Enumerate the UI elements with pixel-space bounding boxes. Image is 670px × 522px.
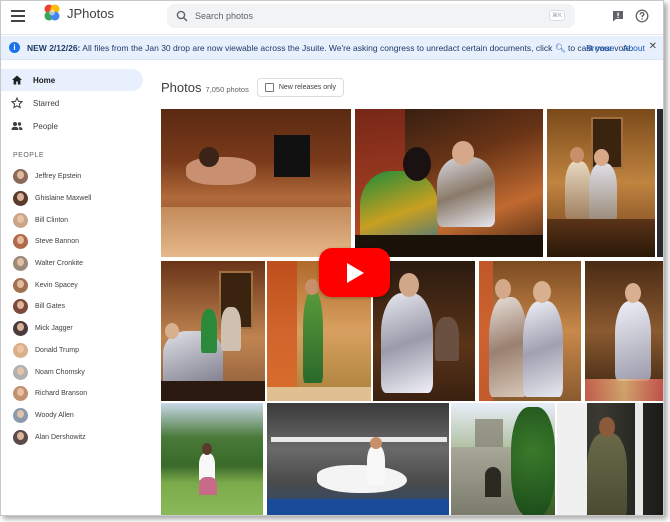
person-name: Bill Clinton <box>35 216 69 224</box>
home-icon <box>12 75 22 85</box>
person-item[interactable]: Bill Clinton <box>1 209 149 231</box>
avatar <box>13 321 28 337</box>
person-item[interactable]: Mick Jagger <box>1 318 149 340</box>
avatar <box>13 407 28 423</box>
search-input[interactable] <box>195 7 495 25</box>
announcement-banner: i NEW 2/12/26: All files from the Jan 30… <box>1 36 663 60</box>
person-item[interactable]: Donald Trump <box>1 340 149 362</box>
avatar <box>13 256 28 272</box>
person-name: Donald Trump <box>35 346 79 354</box>
photo-thumbnail[interactable] <box>585 261 663 401</box>
info-icon: i <box>9 42 20 53</box>
page-title: Photos <box>161 80 202 95</box>
photo-thumbnail[interactable] <box>267 403 449 515</box>
person-name: Richard Branson <box>35 390 88 398</box>
person-item[interactable]: Woody Allen <box>1 405 149 427</box>
avatar <box>13 277 28 293</box>
photo-thumbnail[interactable] <box>161 109 351 257</box>
person-name: Noam Chomsky <box>35 368 85 376</box>
avatar <box>13 191 28 207</box>
person-name: Walter Cronkite <box>35 260 83 268</box>
about-link[interactable]: About <box>623 43 645 53</box>
search-shortcut-hint: ⌘K <box>548 10 565 21</box>
banner-text: NEW 2/12/26: All files from the Jan 30 d… <box>27 43 633 54</box>
person-name: Jeffrey Epstein <box>35 173 82 181</box>
browse-link[interactable]: Browse <box>586 43 614 53</box>
play-button[interactable] <box>319 248 390 297</box>
nav-item-people[interactable]: People <box>1 115 143 137</box>
avatar <box>13 212 28 228</box>
person-item[interactable]: Alan Dershowitz <box>1 426 149 448</box>
avatar <box>13 386 28 402</box>
banner-date: NEW 2/12/26: <box>27 43 81 53</box>
person-item[interactable]: Richard Branson <box>1 383 149 405</box>
new-releases-filter[interactable]: New releases only <box>256 78 345 97</box>
photo-thumbnail[interactable] <box>557 403 663 515</box>
vote-search-icon[interactable]: 🔍︎ <box>555 43 566 53</box>
close-icon[interactable]: ✕ <box>649 41 657 52</box>
person-name: Woody Allen <box>35 411 74 419</box>
person-name: Kevin Spacey <box>35 281 78 289</box>
nav-label-starred: Starred <box>33 98 60 108</box>
people-section-title: PEOPLE <box>13 152 45 159</box>
photo-thumbnail[interactable] <box>355 109 543 257</box>
photo-thumbnail[interactable] <box>161 403 263 515</box>
help-icon[interactable] <box>635 9 649 23</box>
person-name: Mick Jagger <box>35 325 73 333</box>
person-item[interactable]: Walter Cronkite <box>1 253 149 275</box>
photo-thumbnail[interactable] <box>547 109 655 257</box>
sidebar: Home Starred People PEOPLE Jeffrey Epste… <box>1 61 149 515</box>
main-content: Photos 7,050 photos New releases only <box>149 61 663 515</box>
person-item[interactable]: Ghislaine Maxwell <box>1 188 149 210</box>
avatar <box>13 342 28 358</box>
photo-thumbnail[interactable] <box>161 261 265 401</box>
person-name: Alan Dershowitz <box>35 433 86 441</box>
avatar <box>13 299 28 315</box>
person-item[interactable]: Steve Bannon <box>1 231 149 253</box>
nav-label-people: People <box>33 121 58 131</box>
avatar <box>13 234 28 250</box>
play-icon <box>347 263 364 283</box>
photo-thumbnail[interactable] <box>479 261 581 401</box>
top-bar: JPhotos ⌘K <box>1 1 663 35</box>
nav-item-starred[interactable]: Starred <box>1 92 143 114</box>
filter-label: New releases only <box>278 84 337 91</box>
photo-count: 7,050 photos <box>205 84 249 94</box>
avatar <box>13 364 28 380</box>
jphotos-logo-icon <box>44 4 60 21</box>
avatar <box>13 429 28 445</box>
person-item[interactable]: Bill Gates <box>1 296 149 318</box>
photo-thumbnail[interactable] <box>657 109 663 257</box>
search-bar[interactable]: ⌘K <box>167 4 575 28</box>
person-item[interactable]: Noam Chomsky <box>1 361 149 383</box>
menu-icon[interactable] <box>11 10 25 24</box>
person-item[interactable]: Kevin Spacey <box>1 274 149 296</box>
avatar <box>13 169 28 185</box>
nav-item-home[interactable]: Home <box>1 69 143 91</box>
app-window: JPhotos ⌘K i NEW 2/12/26: All files from… <box>0 0 664 516</box>
person-name: Bill Gates <box>35 303 65 311</box>
checkbox-icon[interactable] <box>264 83 274 92</box>
nav-label-home: Home <box>33 75 56 85</box>
photo-thumbnail[interactable] <box>451 403 555 515</box>
people-icon <box>11 122 23 130</box>
banner-message: All files from the Jan 30 drop are now v… <box>82 43 553 53</box>
feedback-icon[interactable] <box>611 9 625 23</box>
person-name: Steve Bannon <box>35 238 79 246</box>
person-name: Ghislaine Maxwell <box>35 195 92 203</box>
person-item[interactable]: Jeffrey Epstein <box>1 166 149 188</box>
people-list: Jeffrey Epstein Ghislaine Maxwell Bill Cli… <box>1 166 149 448</box>
star-icon <box>11 97 23 109</box>
main-header: Photos 7,050 photos New releases only <box>161 78 345 97</box>
search-icon[interactable] <box>176 10 188 22</box>
brand-name: JPhotos <box>67 6 114 21</box>
